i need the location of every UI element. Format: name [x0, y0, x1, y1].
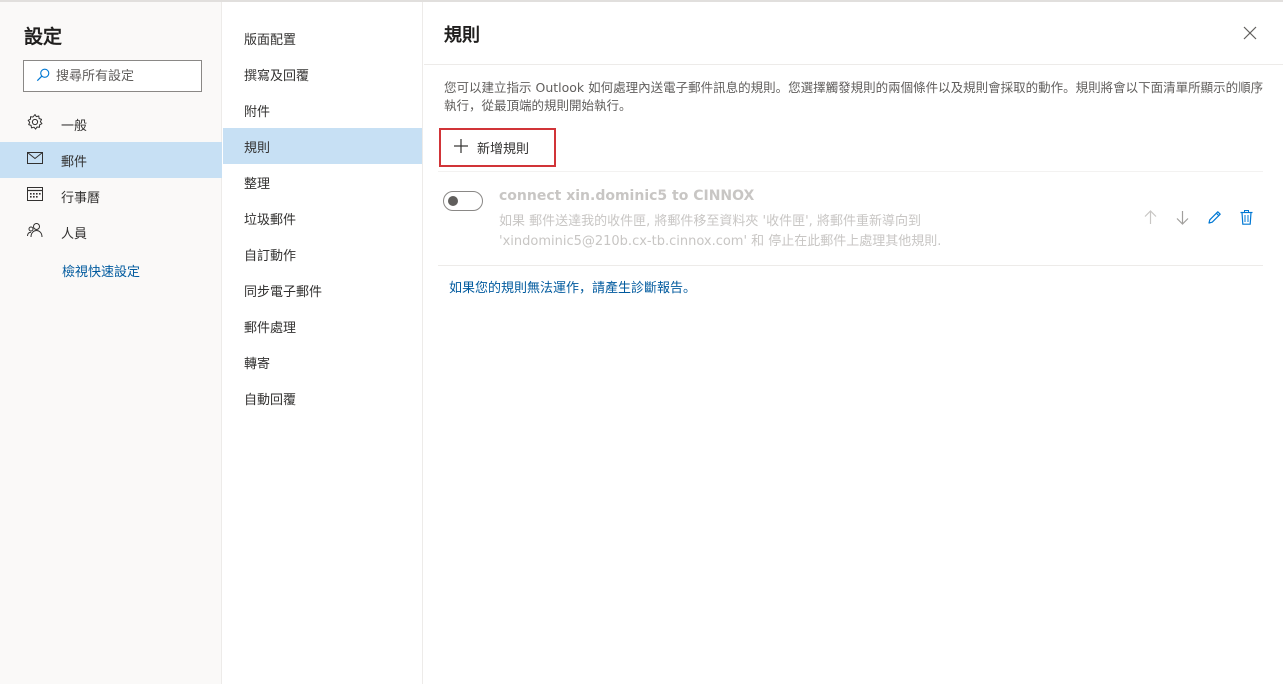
rule-row: connect xin.dominic5 to CINNOX 如果 郵件送達我的…: [438, 172, 1263, 265]
nav-item-people[interactable]: 人員: [0, 214, 222, 250]
subnav-item-sync-email[interactable]: 同步電子郵件: [223, 272, 422, 308]
nav-item-label: 人員: [61, 226, 88, 242]
arrow-down-icon: [1174, 209, 1191, 230]
calendar-icon: [26, 185, 61, 207]
subnav-item-compose-reply[interactable]: 撰寫及回覆: [223, 56, 422, 92]
delete-rule-button[interactable]: [1230, 208, 1262, 230]
rule-divider: [438, 265, 1263, 266]
rule-description-line: 'xindominic5@210b.cx-tb.cinnox.com' 和 停止…: [499, 234, 942, 249]
rule-description-line: 如果 郵件送達我的收件匣, 將郵件移至資料夾 '收件匣', 將郵件重新導向到: [499, 214, 921, 229]
move-rule-down-button[interactable]: [1166, 208, 1198, 230]
close-button[interactable]: [1241, 24, 1259, 42]
view-quick-settings-link[interactable]: 檢視快速設定: [62, 261, 140, 280]
search-icon: [36, 67, 50, 86]
subnav-item-layout[interactable]: 版面配置: [223, 20, 422, 56]
title-divider: [424, 64, 1283, 65]
plus-icon: [453, 138, 477, 158]
diagnostics-prefix: 如果您的規則無法運作，: [449, 281, 593, 296]
rules-description: 您可以建立指示 Outlook 如何處理內送電子郵件訊息的規則。您選擇觸發規則的…: [444, 80, 1264, 113]
gear-icon: [26, 113, 61, 135]
rule-actions: [1134, 208, 1262, 230]
subnav-item-junk[interactable]: 垃圾郵件: [223, 200, 422, 236]
subnav-item-rules[interactable]: 規則: [223, 128, 422, 164]
close-icon: [1241, 26, 1259, 46]
settings-nav: 一般 郵件 行事曆 人員: [0, 106, 222, 250]
mail-settings-subnav: 版面配置 撰寫及回覆 附件 規則 整理 垃圾郵件 自訂動作 同步電子郵件 郵件處…: [223, 2, 423, 684]
rule-name: connect xin.dominic5 to CINNOX: [499, 188, 755, 204]
trash-icon: [1238, 209, 1255, 230]
mail-icon: [26, 149, 61, 171]
nav-item-label: 一般: [61, 118, 88, 134]
subnav-item-forwarding[interactable]: 轉寄: [223, 344, 422, 380]
nav-item-calendar[interactable]: 行事曆: [0, 178, 222, 214]
nav-item-label: 郵件: [61, 154, 88, 170]
add-rule-label: 新增規則: [477, 142, 530, 157]
rule-enable-toggle[interactable]: [443, 191, 483, 211]
move-rule-up-button[interactable]: [1134, 208, 1166, 230]
generate-diagnostics-link[interactable]: 請產生診斷報告。: [592, 281, 696, 296]
subnav-item-attachments[interactable]: 附件: [223, 92, 422, 128]
arrow-up-icon: [1142, 209, 1159, 230]
rule-description: 如果 郵件送達我的收件匣, 將郵件移至資料夾 '收件匣', 將郵件重新導向到 '…: [499, 212, 1099, 252]
settings-search-box[interactable]: [23, 60, 202, 92]
edit-rule-button[interactable]: [1198, 208, 1230, 230]
nav-item-general[interactable]: 一般: [0, 106, 222, 142]
toggle-knob: [448, 196, 458, 206]
subnav-item-custom-actions[interactable]: 自訂動作: [223, 236, 422, 272]
nav-item-label: 行事曆: [61, 190, 101, 206]
subnav-item-message-handling[interactable]: 郵件處理: [223, 308, 422, 344]
settings-left-pane: 設定 一般 郵件 行事曆 人員: [0, 2, 222, 684]
nav-item-mail[interactable]: 郵件: [0, 142, 222, 178]
diagnostics-notice: 如果您的規則無法運作，請產生診斷報告。: [449, 277, 696, 296]
page-title: 規則: [444, 25, 480, 46]
rules-content-pane: 規則 您可以建立指示 Outlook 如何處理內送電子郵件訊息的規則。您選擇觸發…: [424, 2, 1283, 684]
subnav-item-automatic-replies[interactable]: 自動回覆: [223, 380, 422, 416]
add-rule-button[interactable]: 新增規則: [439, 128, 556, 167]
subnav-item-sweep[interactable]: 整理: [223, 164, 422, 200]
settings-title: 設定: [24, 26, 63, 48]
pencil-icon: [1206, 209, 1223, 230]
settings-search-input[interactable]: [56, 68, 196, 84]
people-icon: [26, 221, 61, 243]
